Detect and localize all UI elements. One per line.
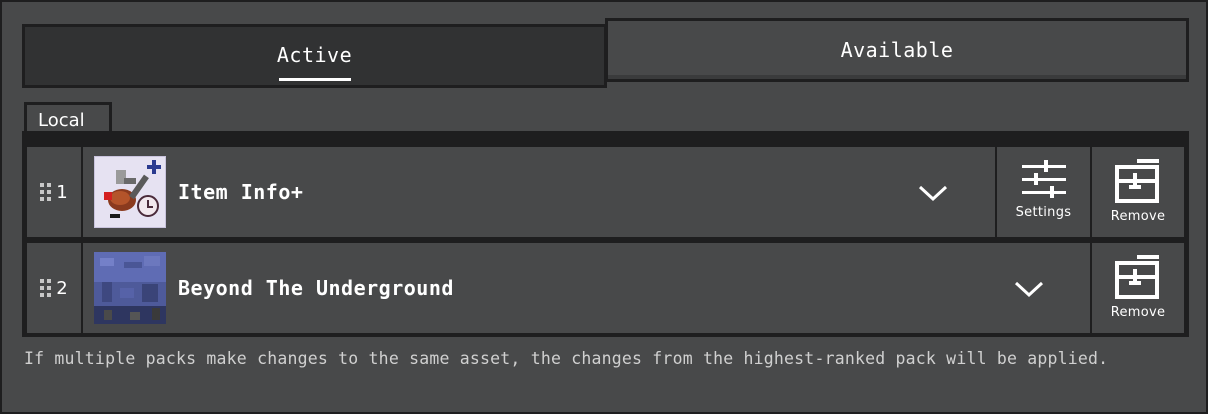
remove-pack-icon bbox=[1115, 159, 1159, 203]
selected-tab-underline bbox=[279, 78, 351, 81]
pack-entry[interactable]: Item Info+ bbox=[81, 145, 997, 239]
tab-available[interactable]: Available bbox=[605, 18, 1189, 82]
tab-active-label: Active bbox=[276, 43, 353, 67]
settings-label: Settings bbox=[1015, 205, 1072, 220]
drag-handle[interactable]: 2 bbox=[25, 241, 83, 335]
drag-handle[interactable]: 1 bbox=[25, 145, 83, 239]
drag-grip-icon bbox=[40, 183, 52, 201]
remove-label: Remove bbox=[1110, 209, 1166, 224]
chevron-down-icon[interactable] bbox=[917, 183, 949, 203]
pack-row: 1 Item Info+ Settings Remove bbox=[25, 145, 1186, 239]
pack-row: 2 Beyond The Underground Remove bbox=[25, 241, 1186, 335]
drag-grip-icon bbox=[40, 279, 52, 297]
pack-list: 1 Item Info+ Settings Remove 2 Beyond Th… bbox=[22, 131, 1189, 337]
tab-active[interactable]: Active bbox=[22, 24, 607, 88]
remove-pack-icon bbox=[1115, 255, 1159, 299]
blue-stone-block-icon bbox=[94, 252, 166, 324]
pack-ranking-note: If multiple packs make changes to the sa… bbox=[24, 349, 1109, 368]
section-tab-label: Local bbox=[38, 110, 85, 131]
pack-name: Beyond The Underground bbox=[178, 276, 454, 300]
pack-rank: 1 bbox=[56, 181, 68, 203]
settings-button[interactable]: Settings bbox=[995, 145, 1092, 239]
pack-entry[interactable]: Beyond The Underground bbox=[81, 241, 1092, 335]
remove-button[interactable]: Remove bbox=[1090, 145, 1186, 239]
remove-button[interactable]: Remove bbox=[1090, 241, 1186, 335]
pack-name: Item Info+ bbox=[178, 180, 304, 204]
sliders-icon bbox=[1021, 160, 1066, 198]
tab-available-label: Available bbox=[840, 38, 954, 62]
item-info-plus-icon bbox=[94, 156, 166, 228]
pack-rank: 2 bbox=[56, 277, 68, 299]
resource-packs-panel: Active Available Local 1 Item Info+ Sett… bbox=[0, 0, 1208, 414]
chevron-down-icon[interactable] bbox=[1013, 279, 1045, 299]
remove-label: Remove bbox=[1110, 305, 1166, 320]
